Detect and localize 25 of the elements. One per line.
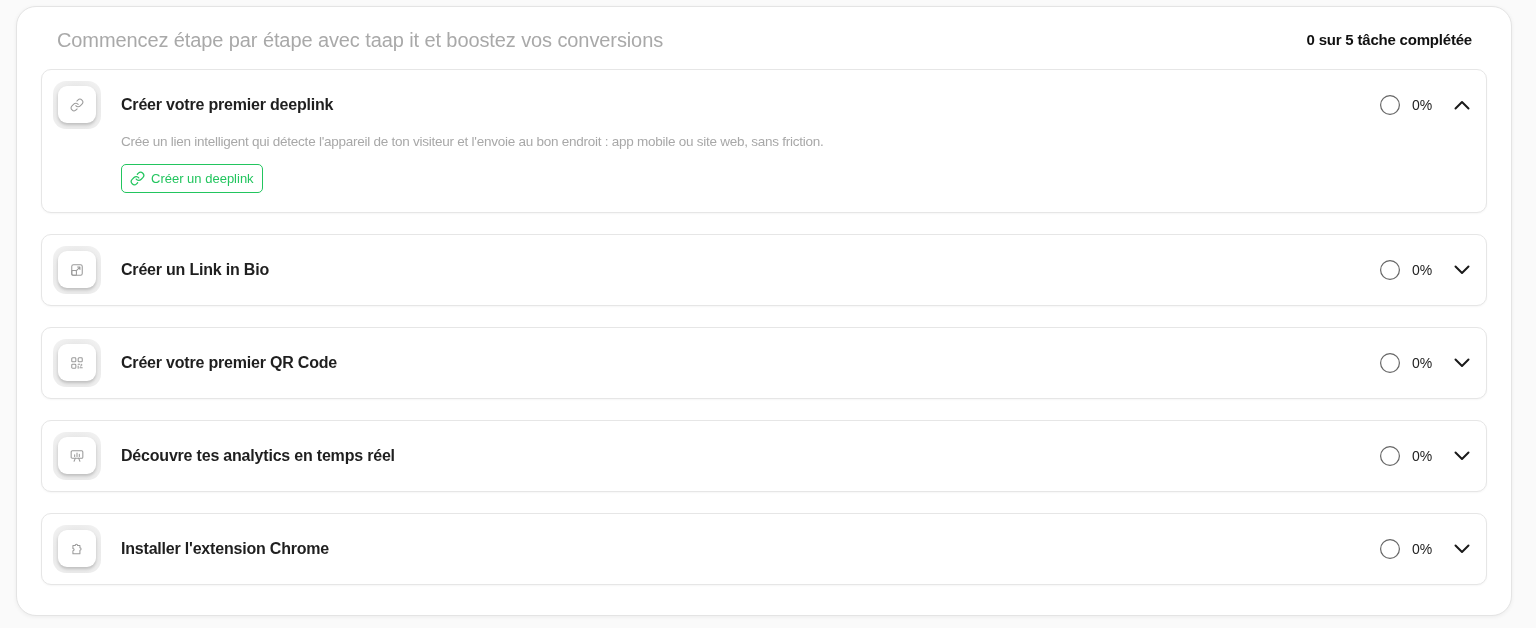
chevron-up-icon[interactable] (1454, 100, 1470, 110)
task-percent: 0% (1412, 260, 1434, 280)
task-percent: 0% (1412, 539, 1434, 559)
task-title: Créer votre premier QR Code (121, 353, 338, 373)
checklist-heading: Commencez étape par étape avec taap it et boostez vos conversions (57, 28, 664, 53)
task-title: Créer votre premier deeplink (121, 95, 335, 115)
task-title: Créer un Link in Bio (121, 260, 271, 280)
task-title: Installer l'extension Chrome (121, 539, 331, 559)
external-box-icon (53, 246, 101, 294)
presentation-chart-icon (53, 432, 101, 480)
link-icon (53, 81, 101, 129)
puzzle-piece-icon (53, 525, 101, 573)
link-icon (130, 171, 145, 186)
create-deeplink-button[interactable]: Créer un deeplink (121, 164, 263, 193)
qr-code-icon (53, 339, 101, 387)
tasks-progress-text: 0 sur 5 tâche complétée (1306, 29, 1472, 50)
task-percent: 0% (1412, 446, 1434, 466)
task-percent: 0% (1412, 353, 1434, 373)
chevron-down-icon[interactable] (1454, 265, 1470, 275)
chevron-down-icon[interactable] (1454, 544, 1470, 554)
chevron-down-icon[interactable] (1454, 358, 1470, 368)
chevron-down-icon[interactable] (1454, 451, 1470, 461)
task-percent: 0% (1412, 95, 1434, 115)
task-title: Découvre tes analytics en temps réel (121, 446, 396, 466)
task-description: Crée un lien intelligent qui détecte l'appareil de ton visiteur et l'envoie au bon endroit : app mobile ou site web, sans friction. (121, 133, 825, 151)
